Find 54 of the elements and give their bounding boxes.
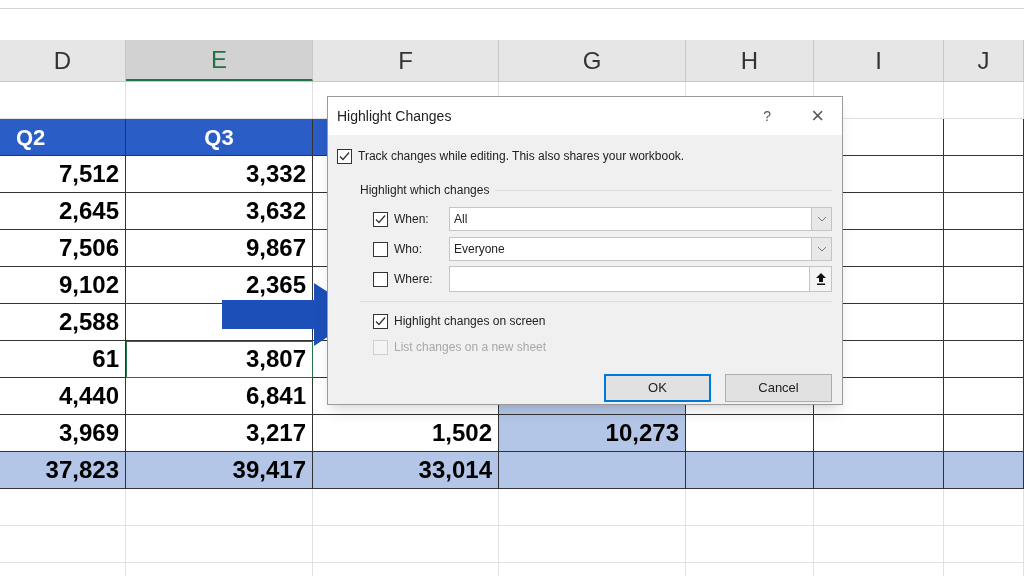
checkmark-icon [339, 150, 350, 162]
table-cell: 7,506 [0, 230, 126, 267]
checkbox-label: Track changes while editing. This also shares your workbook. [358, 148, 685, 165]
table-cell: 7,512 [0, 156, 126, 193]
checkmark-icon [375, 315, 386, 327]
table-cell: 1,502 [313, 415, 499, 452]
table-cell: Q2 [0, 119, 126, 156]
table-cell: 3,632 [126, 193, 313, 230]
table-cell: 61 [0, 341, 126, 378]
filter-label: Where: [394, 271, 434, 288]
table-cell: 3,807 [126, 341, 313, 378]
column-header[interactable]: E [126, 40, 313, 81]
table-cell: Q3 [126, 119, 313, 156]
table-cell: 9,102 [0, 267, 126, 304]
checkbox[interactable] [373, 241, 388, 257]
dialog-title: Highlight Changes [337, 106, 453, 126]
close-button[interactable]: × [811, 105, 824, 127]
checkbox[interactable] [337, 148, 352, 164]
dialog-button[interactable]: OK [604, 374, 711, 402]
chevron-down-icon [816, 246, 827, 252]
column-header[interactable]: F [313, 40, 499, 81]
help-button[interactable]: ? [763, 105, 772, 127]
filter-label: Who: [394, 241, 423, 258]
table-cell: 33,014 [313, 452, 499, 489]
table-cell: 3,969 [0, 415, 126, 452]
column-header[interactable]: I [814, 40, 944, 81]
column-header[interactable]: G [499, 40, 686, 81]
checkmark-icon [375, 213, 386, 225]
checkbox[interactable] [373, 211, 388, 227]
table-cell: 37,823 [0, 452, 126, 489]
table-cell: 2,588 [0, 304, 126, 341]
group-title: Highlight which changes [360, 182, 490, 199]
dropdown[interactable]: Everyone [449, 237, 832, 261]
checkbox[interactable] [373, 271, 388, 287]
table-cell: 4,440 [0, 378, 126, 415]
table-cell: 9,867 [126, 230, 313, 267]
checkbox[interactable] [373, 313, 388, 329]
table-cell: 10,273 [499, 415, 686, 452]
table-cell: 2,365 [126, 267, 313, 304]
dialog-button[interactable]: Cancel [725, 374, 832, 402]
checkbox-label: List changes on a new sheet [394, 339, 547, 356]
dropdown[interactable]: All [449, 207, 832, 231]
table-cell: 3,217 [126, 415, 313, 452]
table-cell: 3,332 [126, 156, 313, 193]
column-header[interactable]: J [944, 40, 1024, 81]
table-cell: 6,841 [126, 378, 313, 415]
checkbox-label: Highlight changes on screen [394, 313, 546, 330]
filter-label: When: [394, 211, 430, 228]
table-cell: 2,645 [0, 193, 126, 230]
upload-arrow-icon [815, 273, 826, 285]
chevron-down-icon [816, 216, 827, 222]
input-field[interactable] [449, 266, 832, 292]
column-header[interactable]: H [686, 40, 814, 81]
table-cell: 39,417 [126, 452, 313, 489]
